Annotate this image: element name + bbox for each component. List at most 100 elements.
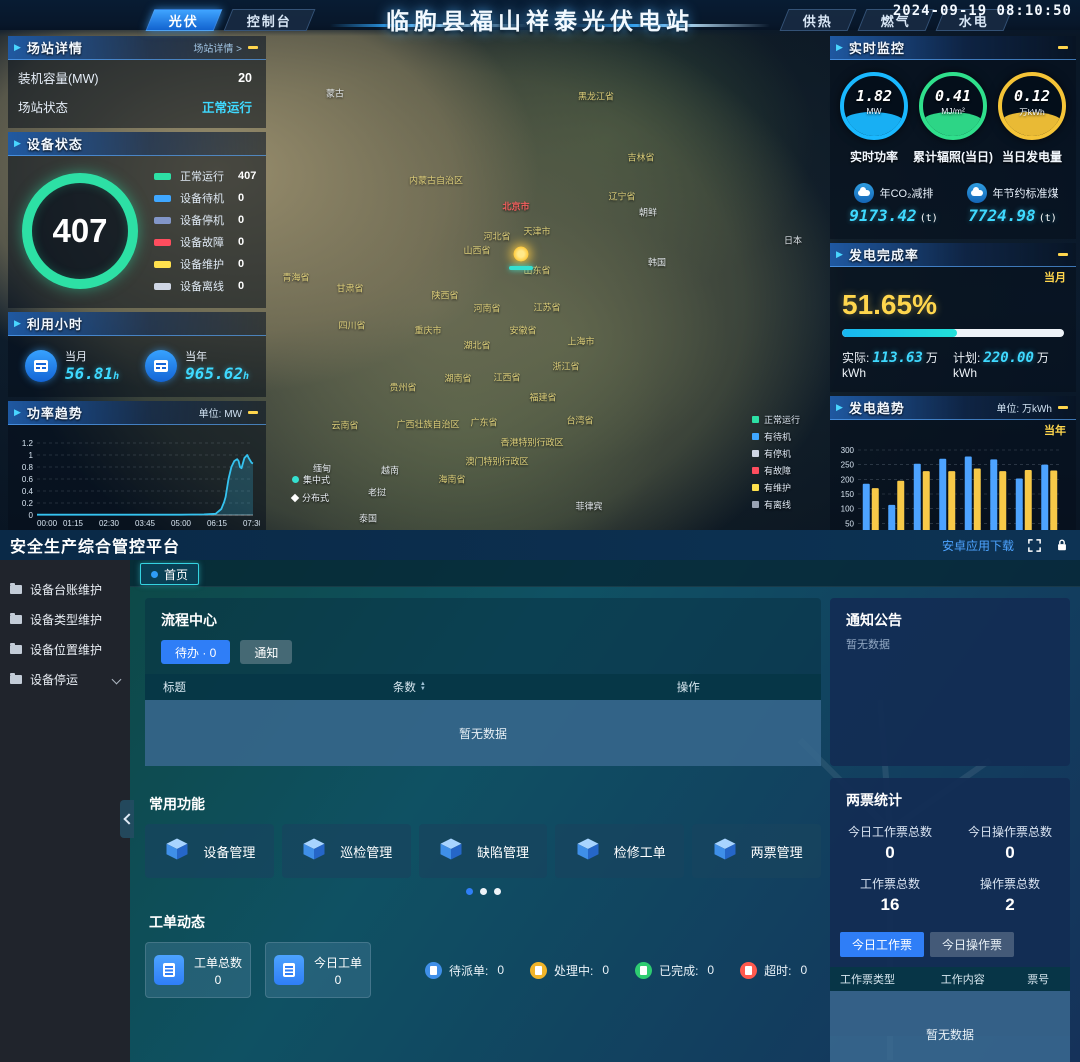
cube-icon bbox=[574, 835, 602, 868]
process-btn-通知[interactable]: 通知 bbox=[240, 640, 292, 664]
ticket-stat-操作票总数: 操作票总数2 bbox=[950, 870, 1070, 920]
ticket-stat-今日工作票总数: 今日工作票总数0 bbox=[830, 818, 950, 868]
carousel-dot-2[interactable] bbox=[480, 888, 487, 895]
process-col-条数[interactable]: 条数▲▼ bbox=[375, 679, 659, 695]
sidebar-item-设备类型维护[interactable]: 设备类型维护 bbox=[0, 604, 130, 634]
completion-plan: 计划:220.00万kWh bbox=[953, 349, 1064, 380]
map-label-内蒙古自治区: 内蒙古自治区 bbox=[409, 174, 463, 187]
energy-stat: 年节约标准煤7724.98(t) bbox=[953, 183, 1072, 225]
station-detail-panel: ▶ 场站详情 场站详情 > 装机容量(MW)20场站状态正常运行 bbox=[8, 36, 266, 128]
process-col-操作: 操作 bbox=[659, 679, 821, 695]
completion-period-tag: 当月 bbox=[1044, 269, 1066, 285]
tab-供热[interactable]: 供热 bbox=[780, 9, 857, 31]
fullscreen-icon[interactable] bbox=[1026, 537, 1042, 553]
generation-period-tag: 当年 bbox=[1044, 422, 1066, 438]
cube-icon bbox=[437, 835, 465, 868]
status-doc-icon bbox=[425, 962, 442, 979]
ticket-tab-今日操作票[interactable]: 今日操作票 bbox=[930, 932, 1014, 957]
svg-text:200: 200 bbox=[841, 475, 855, 484]
map-label-蒙古: 蒙古 bbox=[326, 87, 344, 100]
sort-icon[interactable]: ▲▼ bbox=[420, 682, 426, 692]
map-legend-item: 有维护 bbox=[752, 481, 800, 494]
quick-card-设备管理[interactable]: 设备管理 bbox=[145, 824, 274, 878]
folder-icon bbox=[10, 675, 22, 684]
utilization-item: 当月56.81h bbox=[25, 348, 119, 383]
map-mode-集中式[interactable]: 集中式 bbox=[292, 473, 330, 486]
platform-header: 安全生产综合管控平台 安卓应用下载 bbox=[0, 530, 1080, 560]
ticket-stats-grid: 今日工作票总数0今日操作票总数0工作票总数16操作票总数2 bbox=[830, 810, 1070, 920]
svg-text:0: 0 bbox=[29, 511, 34, 520]
sidebar-collapse-handle[interactable] bbox=[120, 800, 134, 838]
panel-title: 发电趋势 bbox=[849, 398, 905, 417]
map-label-甘肃省: 甘肃省 bbox=[336, 282, 363, 295]
station-detail-link[interactable]: 场站详情 > bbox=[193, 40, 242, 55]
tab-控制台[interactable]: 控制台 bbox=[224, 9, 316, 31]
svg-text:150: 150 bbox=[841, 490, 855, 499]
quick-card-巡检管理[interactable]: 巡检管理 bbox=[282, 824, 411, 878]
map-label-江苏省: 江苏省 bbox=[533, 301, 560, 314]
panel-dash-icon bbox=[1058, 46, 1068, 49]
panel-arrow-icon: ▶ bbox=[14, 407, 21, 418]
sidebar-item-设备台账维护[interactable]: 设备台账维护 bbox=[0, 574, 130, 604]
panel-title: 利用小时 bbox=[27, 314, 83, 333]
map-label-香港特别行政区: 香港特别行政区 bbox=[500, 436, 563, 449]
solar-dashboard: 蒙古黑龙江省吉林省辽宁省内蒙古自治区北京市天津市河北省山西省山东省陕西省河南省江… bbox=[0, 0, 1080, 530]
gauge-当日发电量: 0.12万kWh当日发电量 bbox=[994, 72, 1070, 165]
map-label-河北省: 河北省 bbox=[483, 230, 510, 243]
map-status-legend: 正常运行有待机有停机有故障有维护有离线 bbox=[752, 413, 800, 511]
svg-text:02:30: 02:30 bbox=[99, 519, 120, 528]
work-order-card-工单总数[interactable]: 工单总数0 bbox=[145, 942, 251, 998]
platform-content: 首页 流程中心 待办 · 0通知 标题条数▲▼操作 暂无数据 通知公告 暂无数据… bbox=[130, 560, 1080, 1062]
quick-card-两票管理[interactable]: 两票管理 bbox=[692, 824, 821, 878]
folder-icon bbox=[10, 645, 22, 654]
map-label-北京市: 北京市 bbox=[502, 200, 529, 213]
map-label-朝鲜: 朝鲜 bbox=[639, 206, 657, 219]
map-mode-分布式[interactable]: 分布式 bbox=[292, 491, 330, 504]
power-trend-unit: 单位: MW bbox=[199, 405, 242, 420]
panel-arrow-icon: ▶ bbox=[836, 42, 843, 53]
status-doc-icon bbox=[635, 962, 652, 979]
map-label-山西省: 山西省 bbox=[463, 244, 490, 257]
svg-text:07:30: 07:30 bbox=[243, 519, 260, 528]
lock-icon[interactable] bbox=[1054, 537, 1070, 553]
carousel-dots bbox=[145, 878, 821, 895]
svg-text:50: 50 bbox=[845, 519, 854, 528]
ticket-col-工作票类型: 工作票类型 bbox=[830, 971, 931, 987]
energy-stat: 年CO₂减排9173.42(t) bbox=[834, 183, 953, 225]
ticket-tab-今日工作票[interactable]: 今日工作票 bbox=[840, 932, 924, 957]
map-label-黑龙江省: 黑龙江省 bbox=[578, 90, 614, 103]
map-label-海南省: 海南省 bbox=[438, 473, 465, 486]
quick-card-缺陷管理[interactable]: 缺陷管理 bbox=[419, 824, 548, 878]
process-btn-待办 · 0[interactable]: 待办 · 0 bbox=[161, 640, 230, 664]
map-label-四川省: 四川省 bbox=[338, 319, 365, 332]
panel-dash-icon bbox=[248, 411, 258, 414]
carousel-dot-3[interactable] bbox=[494, 888, 501, 895]
map-legend-item: 有待机 bbox=[752, 430, 800, 443]
map-legend-item: 有离线 bbox=[752, 498, 800, 511]
map-label-重庆市: 重庆市 bbox=[414, 324, 441, 337]
svg-text:0.2: 0.2 bbox=[22, 499, 34, 508]
map-label-广东省: 广东省 bbox=[470, 416, 497, 429]
android-download-link[interactable]: 安卓应用下载 bbox=[942, 537, 1014, 554]
chevron-down-icon bbox=[112, 674, 122, 684]
carousel-dot-1[interactable] bbox=[466, 888, 473, 895]
station-location-marker[interactable] bbox=[514, 247, 529, 262]
work-order-statuses: 待派单:0处理中:0已完成:0超时:0 bbox=[425, 962, 807, 979]
sidebar-item-设备停运[interactable]: 设备停运 bbox=[0, 664, 130, 694]
map-legend-item: 有停机 bbox=[752, 447, 800, 460]
sidebar-item-设备位置维护[interactable]: 设备位置维护 bbox=[0, 634, 130, 664]
dashboard-header: 临朐县福山祥泰光伏电站 光伏控制台 供热燃气水电 2024-09-19 08:1… bbox=[0, 0, 1080, 36]
panel-title: 场站详情 bbox=[27, 38, 83, 57]
quick-card-检修工单[interactable]: 检修工单 bbox=[555, 824, 684, 878]
tab-home-label: 首页 bbox=[164, 566, 188, 583]
header-tabs-left: 光伏控制台 bbox=[150, 9, 311, 31]
tab-光伏[interactable]: 光伏 bbox=[146, 9, 223, 31]
work-order-card-今日工单[interactable]: 今日工单0 bbox=[265, 942, 371, 998]
map-label-陕西省: 陕西省 bbox=[431, 289, 458, 302]
map-label-广西壮族自治区: 广西壮族自治区 bbox=[396, 418, 459, 431]
svg-text:300: 300 bbox=[841, 446, 855, 455]
calendar-icon bbox=[25, 350, 57, 382]
device-legend-row: 正常运行407 bbox=[154, 168, 260, 184]
device-status-legend: 正常运行407设备待机0设备停机0设备故障0设备维护0设备离线0 bbox=[154, 168, 260, 294]
tab-home[interactable]: 首页 bbox=[140, 563, 199, 585]
